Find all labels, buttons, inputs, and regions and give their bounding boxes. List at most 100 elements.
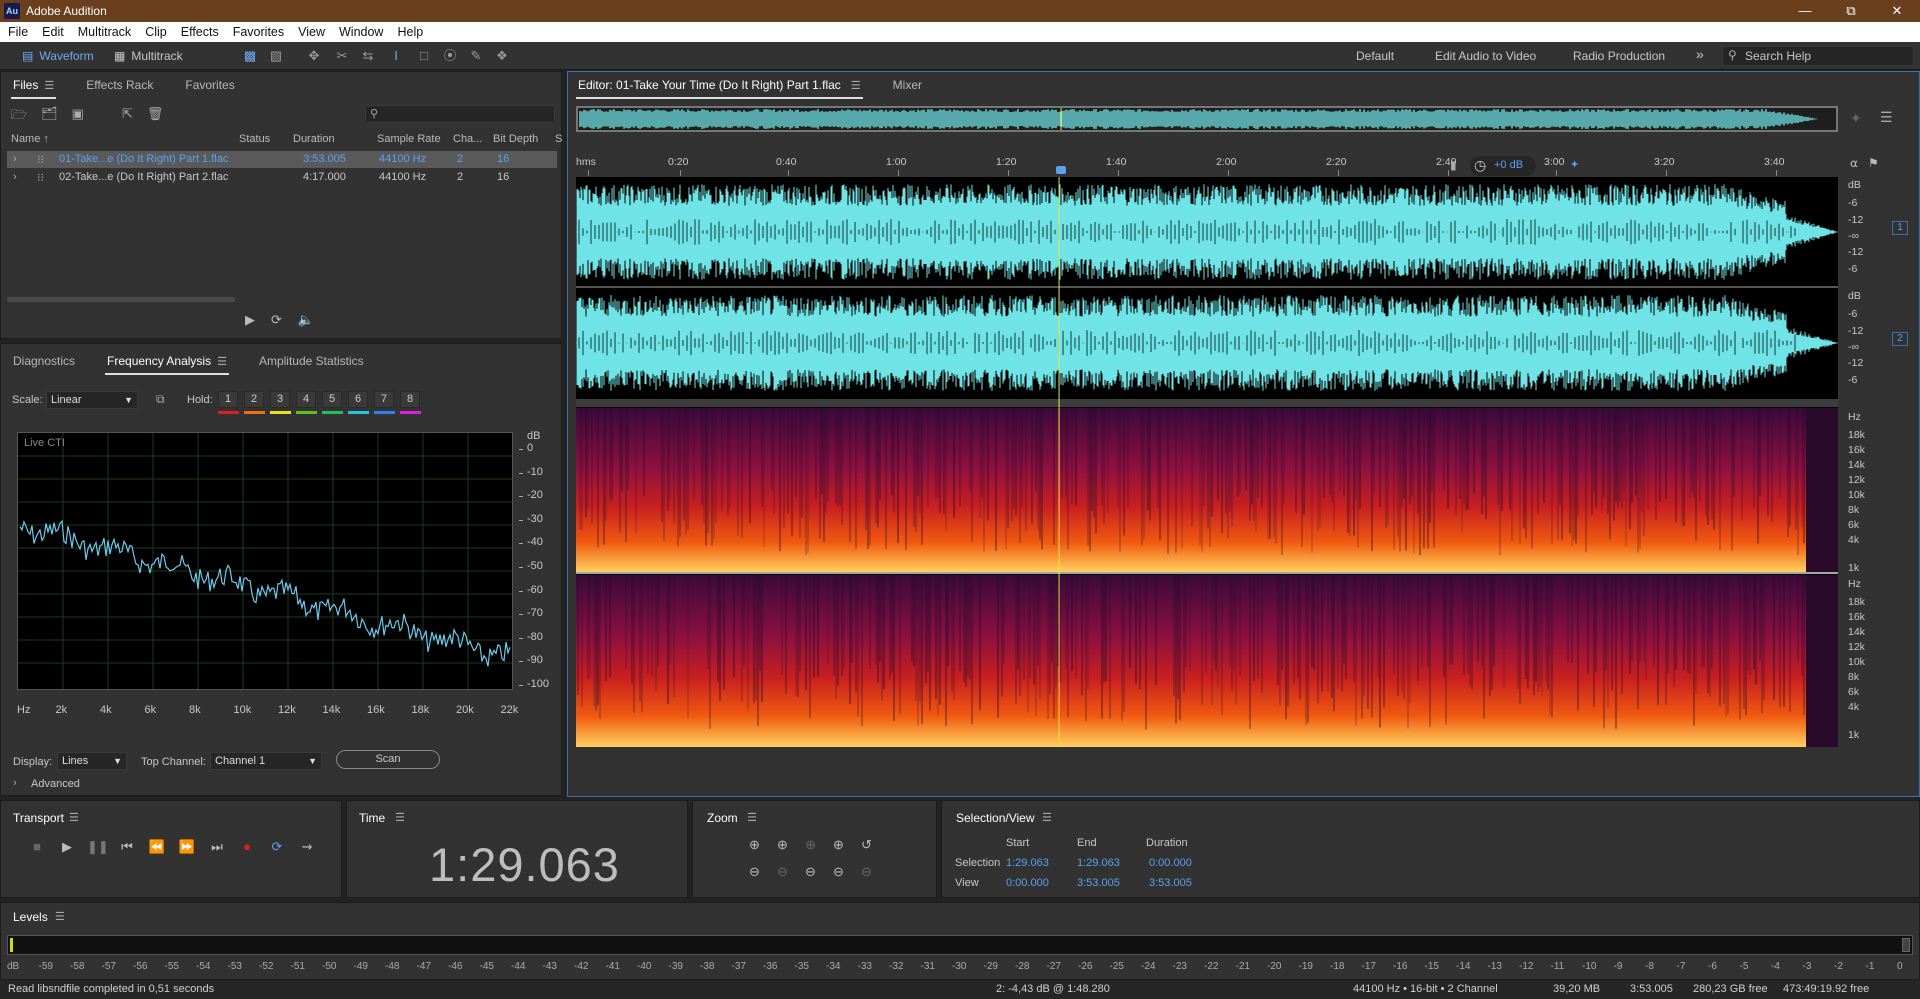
menu-clip[interactable]: Clip [145,25,167,39]
loop-icon[interactable]: ⟳ [271,312,282,328]
stop-icon[interactable]: ■ [27,839,47,854]
col-more[interactable]: S [555,133,562,145]
zoom-reset-icon[interactable]: ✦ [1850,110,1862,127]
zoom-out-full-icon[interactable]: ⊖ [805,864,816,880]
waveform-area[interactable] [576,177,1838,747]
tab-amplitude-statistics[interactable]: Amplitude Statistics [259,354,364,368]
menu-help[interactable]: Help [397,25,423,39]
selection-end[interactable]: 1:29.063 [1077,857,1120,869]
zoom-full-icon[interactable]: ⊖ [861,864,872,880]
hold-button-5[interactable]: 5 [322,391,342,408]
delete-icon[interactable]: 🗑 [147,106,164,128]
view-options-icon[interactable]: ☰ [1880,109,1893,126]
time-display[interactable]: 1:29.063 [429,837,620,892]
hold-button-2[interactable]: 2 [244,391,264,408]
insert-into-multitrack-icon[interactable]: ⇱ [122,106,133,128]
selection-start[interactable]: 1:29.063 [1006,857,1049,869]
overview-navigator[interactable] [576,106,1838,132]
lasso-tool-icon[interactable]: ⦿ [442,48,458,64]
scale-dropdown[interactable]: Linear ▼ [46,391,138,409]
pause-icon[interactable]: ❚❚ [87,839,109,855]
tab-diagnostics[interactable]: Diagnostics [13,354,75,368]
zoom-in-time-icon[interactable]: ⊕ [777,837,788,853]
minimize-icon[interactable]: — [1782,0,1828,22]
tab-editor[interactable]: Editor: 01-Take Your Time (Do It Right) … [576,78,863,99]
clip-indicator[interactable] [1902,938,1910,952]
play-icon[interactable]: ▶ [245,312,255,328]
menu-edit[interactable]: Edit [42,25,64,39]
next-icon[interactable]: ⏭ [207,839,227,855]
zoom-in-amplitude-icon[interactable]: ⊕ [749,837,760,853]
hold-button-1[interactable]: 1 [218,391,238,408]
skip-selection-icon[interactable]: ⇝ [297,839,317,855]
waveform-mode-button[interactable]: ▤ Waveform [22,46,94,66]
import-file-icon[interactable]: 🗂 [41,106,58,128]
autoplay-icon[interactable]: 🔈 [298,312,314,328]
previous-icon[interactable]: ⏮ [117,839,137,855]
file-row[interactable]: › ⁝⁝ 01-Take...e (Do It Right) Part 1.fl… [7,151,557,168]
menu-view[interactable]: View [298,25,325,39]
workspace-radio-production[interactable]: Radio Production [1573,49,1665,63]
pin-icon[interactable]: ✦ [1570,158,1579,171]
tab-frequency-analysis[interactable]: Frequency Analysis ☰ [105,354,229,375]
panel-menu-icon[interactable]: ☰ [851,79,861,92]
menu-favorites[interactable]: Favorites [233,25,284,39]
panel-menu-icon[interactable]: ☰ [69,811,79,824]
expand-icon[interactable]: › [13,153,17,165]
display-dropdown[interactable]: Lines ▼ [57,752,127,770]
play-icon[interactable]: ▶ [57,839,77,855]
panel-menu-icon[interactable]: ☰ [217,355,227,368]
workspace-default[interactable]: Default [1356,49,1394,63]
panel-menu-icon[interactable]: ☰ [1042,811,1052,824]
view-start[interactable]: 0:00.000 [1006,877,1049,889]
headphone-icon[interactable]: ⍺ [1850,156,1858,170]
col-name[interactable]: Name ↑ [11,133,49,145]
channel-badge[interactable]: 1 [1892,221,1908,235]
expand-icon[interactable]: › [13,171,17,183]
hud-volume[interactable]: ▮ ◷ +0 dB [1450,156,1536,176]
hold-button-7[interactable]: 7 [374,391,394,408]
slip-tool-icon[interactable]: ⇆ [360,48,376,64]
panel-menu-icon[interactable]: ☰ [395,811,405,824]
hold-button-8[interactable]: 8 [400,391,420,408]
menu-effects[interactable]: Effects [181,25,219,39]
close-icon[interactable]: ✕ [1874,0,1920,22]
move-tool-icon[interactable]: ✥ [306,48,322,64]
tab-files[interactable]: Files ☰ [10,78,57,99]
new-file-icon[interactable]: ▣ [72,106,84,128]
playhead-handle[interactable] [1055,166,1066,174]
chevron-right-icon[interactable]: › [13,777,17,789]
hold-button-6[interactable]: 6 [348,391,368,408]
col-duration[interactable]: Duration [293,133,335,145]
time-selection-tool-icon[interactable]: I [388,48,404,64]
time-ruler[interactable]: hms 0:20 0:40 1:00 1:20 1:40 2:00 2:20 2:40 3:00 3… [576,156,1848,176]
brush-tool-icon[interactable]: ✎ [468,48,484,64]
hold-button-3[interactable]: 3 [270,391,290,408]
more-workspaces-icon[interactable]: » [1696,46,1704,62]
loop-icon[interactable]: ⟳ [267,839,287,855]
workspace-edit-audio-to-video[interactable]: Edit Audio to Video [1435,49,1536,63]
menu-window[interactable]: Window [339,25,383,39]
files-search-input[interactable]: ⚲ [365,105,555,123]
open-file-icon[interactable]: 🗁 [11,106,27,128]
record-icon[interactable]: ● [237,839,257,854]
copy-icon[interactable]: ⧉ [156,392,165,407]
col-channels[interactable]: Cha... [453,133,482,145]
menu-file[interactable]: File [8,25,28,39]
menu-multitrack[interactable]: Multitrack [78,25,131,39]
panel-menu-icon[interactable]: ☰ [44,79,54,92]
zoom-to-left-icon[interactable]: ⊕ [833,837,844,853]
advanced-toggle[interactable]: Advanced [31,778,80,790]
fast-forward-icon[interactable]: ⏩ [177,839,197,855]
multitrack-mode-button[interactable]: ▦ Multitrack [114,46,183,66]
view-end[interactable]: 3:53.005 [1077,877,1120,889]
panel-menu-icon[interactable]: ☰ [747,811,757,824]
horizontal-scrollbar[interactable] [7,297,235,302]
hold-button-4[interactable]: 4 [296,391,316,408]
pitch-display-icon[interactable]: ▧ [268,48,284,64]
marquee-tool-icon[interactable]: □ [416,48,432,64]
selection-duration[interactable]: 0:00.000 [1149,857,1192,869]
channel-badge[interactable]: 2 [1892,332,1908,346]
zoom-out-time-icon[interactable]: ⊖ [777,864,788,880]
col-sample-rate[interactable]: Sample Rate [377,133,441,145]
